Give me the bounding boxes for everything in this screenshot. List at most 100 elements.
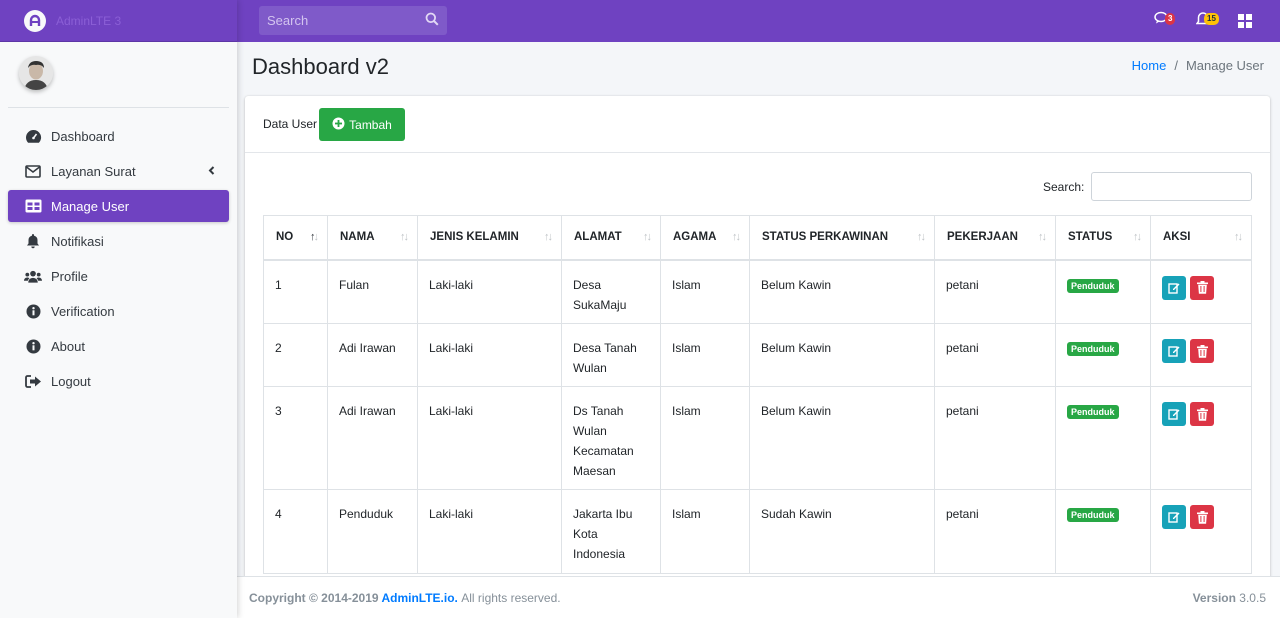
avatar[interactable] [19, 56, 53, 90]
column-label: NAMA [340, 231, 375, 243]
column-header-agama[interactable]: AGAMA ↑↓ [660, 215, 750, 261]
messages-badge: 3 [1165, 13, 1176, 25]
table-header-row: NO ↑↓ NAMA ↑↓ JENIS KELAMIN ↑↓ ALAMAT ↑↓ AGA… [263, 215, 1252, 261]
column-label: JENIS KELAMIN [430, 231, 519, 243]
notifications-button[interactable]: 15 [1195, 11, 1219, 31]
cell-status-perkawinan: Belum Kawin [749, 259, 935, 324]
table-row: 3 Adi Irawan Laki-laki Ds Tanah Wulan Ke… [263, 386, 1252, 490]
sidebar-item-manage-user[interactable]: Manage User [8, 190, 229, 222]
user-panel [8, 42, 229, 108]
cell-jenis-kelamin: Laki-laki [417, 489, 562, 574]
rights-text: All rights reserved. [461, 591, 561, 605]
column-header-aksi[interactable]: AKSI ↑↓ [1150, 215, 1252, 261]
trash-icon [1196, 510, 1208, 524]
version-number: 3.0.5 [1239, 591, 1266, 605]
cell-no: 2 [263, 323, 328, 387]
delete-button[interactable] [1190, 505, 1215, 529]
bell-icon [24, 233, 42, 249]
copyright-label: Copyright © 2014-2019 [249, 591, 379, 605]
adminlte-link[interactable]: AdminLTE.io. [381, 591, 457, 605]
version-label: Version [1192, 591, 1236, 605]
cell-nama: Fulan [327, 259, 418, 324]
sidebar-item-layanan-surat[interactable]: Layanan Surat [8, 155, 229, 187]
cell-alamat: Desa SukaMaju [561, 259, 661, 324]
delete-button[interactable] [1190, 402, 1215, 426]
trash-icon [1196, 281, 1208, 294]
version-text: Version 3.0.5 [1193, 591, 1266, 605]
sidebar-item-label: Profile [51, 268, 88, 284]
edit-button[interactable] [1162, 505, 1186, 529]
cell-status-perkawinan: Belum Kawin [749, 323, 935, 387]
sort-icon: ↑↓ [1133, 231, 1142, 243]
edit-button[interactable] [1162, 339, 1186, 363]
breadcrumb-home-link[interactable]: Home [1132, 58, 1167, 73]
cell-status-perkawinan: Sudah Kawin [749, 489, 935, 574]
cell-nama: Adi Irawan [327, 323, 418, 387]
column-header-pekerjaan[interactable]: PEKERJAAN ↑↓ [934, 215, 1056, 261]
sort-icon: ↑↓ [643, 231, 652, 243]
chevron-left-icon [208, 164, 215, 178]
main-header: Search 3 15 [237, 0, 1280, 42]
trash-icon [1196, 407, 1208, 421]
cell-alamat: Jakarta Ibu Kota Indonesia [561, 489, 661, 574]
cell-status: Penduduk [1055, 489, 1151, 574]
notifications-badge: 15 [1204, 13, 1219, 25]
sign-out-icon [24, 373, 42, 389]
cell-no: 4 [263, 489, 328, 574]
cell-status: Penduduk [1055, 386, 1151, 490]
sidebar-item-about[interactable]: About [8, 330, 229, 362]
users-table: NO ↑↓ NAMA ↑↓ JENIS KELAMIN ↑↓ ALAMAT ↑↓ AGA… [263, 215, 1252, 574]
cell-no: 3 [263, 386, 328, 490]
status-badge: Penduduk [1067, 508, 1119, 522]
cell-pekerjaan: petani [934, 259, 1056, 324]
sidebar-item-label: Dashboard [51, 128, 115, 144]
column-label: ALAMAT [574, 231, 622, 243]
delete-button[interactable] [1190, 339, 1215, 363]
edit-icon [1168, 346, 1180, 357]
sidebar-item-logout[interactable]: Logout [8, 365, 229, 397]
cell-aksi [1150, 323, 1252, 387]
sidebar-item-profile[interactable]: Profile [8, 260, 229, 292]
sidebar-item-dashboard[interactable]: Dashboard [8, 120, 229, 152]
cell-status-perkawinan: Belum Kawin [749, 386, 935, 490]
column-header-jenis-kelamin[interactable]: JENIS KELAMIN ↑↓ [417, 215, 562, 261]
sidebar-item-label: Logout [51, 373, 91, 389]
sidebar-item-notifikasi[interactable]: Notifikasi [8, 225, 229, 257]
table-search-input[interactable] [1091, 172, 1252, 201]
delete-button[interactable] [1190, 275, 1215, 300]
sidebar-item-verification[interactable]: Verification [8, 295, 229, 327]
cell-jenis-kelamin: Laki-laki [417, 386, 562, 490]
card-header: Data User Tambah [245, 96, 1270, 153]
column-header-status[interactable]: STATUS ↑↓ [1055, 215, 1151, 261]
sidebar-item-label: Verification [51, 303, 115, 319]
cell-nama: Penduduk [327, 489, 418, 574]
column-label: STATUS [1068, 231, 1113, 243]
status-badge: Penduduk [1067, 278, 1119, 293]
brand-link[interactable]: AdminLTE 3 [0, 0, 237, 42]
column-header-alamat[interactable]: ALAMAT ↑↓ [561, 215, 661, 261]
navbar-search-input[interactable]: Search [259, 6, 447, 35]
search-icon[interactable] [425, 12, 439, 29]
column-header-no[interactable]: NO ↑↓ [263, 215, 328, 261]
messages-button[interactable]: 3 [1154, 11, 1176, 31]
users-icon [24, 268, 42, 284]
main-sidebar: AdminLTE 3 Dashboard Layanan Surat Manag… [0, 0, 237, 618]
edit-button[interactable] [1162, 402, 1186, 426]
control-sidebar-button[interactable] [1238, 11, 1258, 31]
cell-pekerjaan: petani [934, 386, 1056, 490]
cell-agama: Islam [660, 386, 750, 490]
column-label: AKSI [1163, 231, 1191, 243]
cell-agama: Islam [660, 489, 750, 574]
add-user-button[interactable]: Tambah [319, 108, 405, 141]
table-search-label: Search: [1043, 180, 1085, 194]
page-title: Dashboard v2 [252, 54, 389, 79]
cell-status: Penduduk [1055, 259, 1151, 324]
column-header-status-perkawinan[interactable]: STATUS PERKAWINAN ↑↓ [749, 215, 935, 261]
edit-button[interactable] [1162, 275, 1186, 300]
th-large-icon [1238, 14, 1252, 31]
edit-icon [1168, 512, 1180, 523]
column-header-nama[interactable]: NAMA ↑↓ [327, 215, 418, 261]
sort-icon: ↑↓ [1234, 231, 1243, 243]
navbar-right: 3 15 [1154, 11, 1258, 31]
sidebar-nav: Dashboard Layanan Surat Manage User Noti… [8, 120, 229, 400]
